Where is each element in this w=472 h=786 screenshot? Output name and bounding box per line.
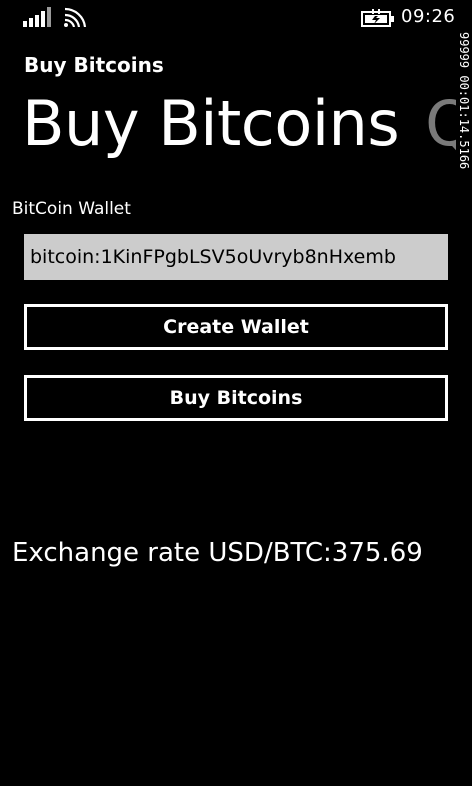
- pivot-tab-buy-bitcoins[interactable]: Buy Bitcoins: [22, 84, 400, 164]
- create-wallet-button[interactable]: Create Wallet: [24, 304, 448, 350]
- battery-charging-icon: [361, 9, 394, 27]
- exchange-rate-text: Exchange rate USD/BTC:375.69: [12, 538, 423, 568]
- debug-counter-strip: 99999 00:01:14.5166: [456, 32, 472, 402]
- signal-strength-icon: [23, 7, 51, 27]
- wallet-address-input[interactable]: [24, 234, 448, 280]
- debug-counter-text: 99999 00:01:14.5166: [457, 32, 471, 170]
- pivot-header: Buy Bitcoins Q: [22, 84, 472, 164]
- wifi-icon: [64, 7, 87, 27]
- wallet-label: BitCoin Wallet: [12, 199, 131, 219]
- app-title: Buy Bitcoins: [24, 53, 164, 77]
- buy-bitcoins-button[interactable]: Buy Bitcoins: [24, 375, 448, 421]
- clock: 09:26: [401, 6, 456, 27]
- status-bar: 09:26: [0, 0, 472, 36]
